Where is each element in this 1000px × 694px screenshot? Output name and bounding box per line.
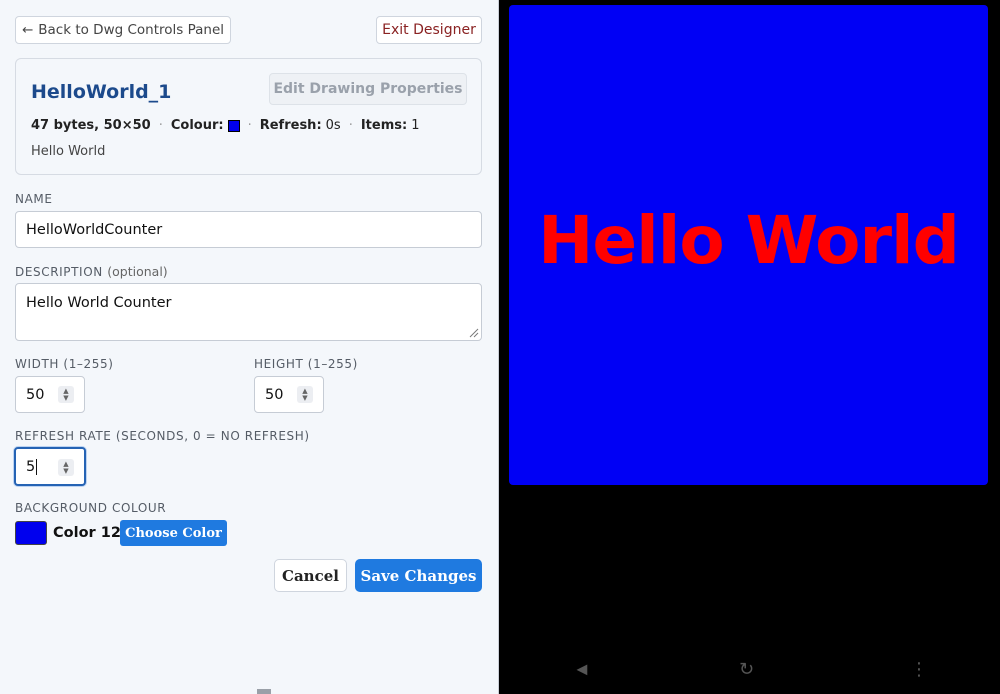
preview-text: Hello World xyxy=(538,201,960,279)
width-input[interactable]: 50 ▲ ▼ xyxy=(15,376,85,413)
size-text: 47 bytes, 50×50 xyxy=(31,118,151,133)
chevron-down-icon[interactable]: ▼ xyxy=(63,467,68,475)
nav-menu-icon[interactable]: ⋮ xyxy=(910,659,928,680)
cancel-button[interactable]: Cancel xyxy=(274,559,347,592)
refresh-rate-input[interactable]: 5 ▲ ▼ xyxy=(14,447,86,486)
refresh-stepper[interactable]: ▲ ▼ xyxy=(58,459,74,476)
items-value: 1 xyxy=(411,118,420,133)
description-label-text: DESCRIPTION xyxy=(15,265,103,279)
choose-color-button[interactable]: Choose Color xyxy=(120,520,227,546)
separator: · xyxy=(247,118,252,133)
nav-rotate-icon[interactable]: ↻ xyxy=(739,659,754,680)
designer-panel: ← Back to Dwg Controls Panel Exit Design… xyxy=(0,0,499,694)
drawing-preview: Hello World xyxy=(509,5,988,485)
height-value: 50 xyxy=(265,386,284,403)
description-value: Hello World Counter xyxy=(26,295,172,311)
height-stepper[interactable]: ▲ ▼ xyxy=(297,386,313,403)
arrow-left-icon: ← xyxy=(21,22,34,38)
name-value: HelloWorldCounter xyxy=(26,221,163,238)
colour-swatch xyxy=(227,119,240,132)
width-stepper[interactable]: ▲ ▼ xyxy=(58,386,74,403)
separator: · xyxy=(158,118,163,133)
background-colour-label: BACKGROUND COLOUR xyxy=(15,501,167,515)
name-input[interactable]: HelloWorldCounter xyxy=(15,211,482,248)
background-colour-name: Color 12 xyxy=(53,525,121,541)
exit-designer-button[interactable]: Exit Designer xyxy=(376,16,482,44)
back-to-controls-button[interactable]: ← Back to Dwg Controls Panel xyxy=(15,16,231,44)
drawing-summary-card: HelloWorld_1 Edit Drawing Properties 47 … xyxy=(15,58,482,175)
chevron-down-icon[interactable]: ▼ xyxy=(63,394,68,402)
scrollbar-thumb[interactable] xyxy=(257,689,271,694)
resize-handle-icon[interactable] xyxy=(467,326,479,338)
back-button-label: Back to Dwg Controls Panel xyxy=(38,22,225,38)
background-colour-swatch[interactable] xyxy=(15,521,47,545)
save-changes-button[interactable]: Save Changes xyxy=(355,559,482,592)
height-label: HEIGHT (1–255) xyxy=(254,357,358,371)
items-label: Items: xyxy=(360,118,408,133)
name-label: NAME xyxy=(15,192,53,206)
description-label: DESCRIPTION (optional) xyxy=(15,264,168,279)
width-label: WIDTH (1–255) xyxy=(15,357,114,371)
drawing-meta: 47 bytes, 50×50 · Colour: · Refresh: 0s … xyxy=(31,118,419,133)
refresh-rate-label: REFRESH RATE (SECONDS, 0 = NO REFRESH) xyxy=(15,429,310,443)
chevron-down-icon[interactable]: ▼ xyxy=(302,394,307,402)
preview-panel: Hello World ◄ ↻ ⋮ xyxy=(499,0,1000,694)
drawing-title: HelloWorld_1 xyxy=(31,81,172,103)
width-value: 50 xyxy=(26,386,45,403)
description-textarea[interactable]: Hello World Counter xyxy=(15,283,482,341)
refresh-value: 0s xyxy=(325,118,341,133)
height-input[interactable]: 50 ▲ ▼ xyxy=(254,376,324,413)
edit-drawing-properties-button[interactable]: Edit Drawing Properties xyxy=(269,73,467,105)
colour-label: Colour: xyxy=(170,118,224,133)
text-caret xyxy=(36,458,38,475)
nav-back-icon[interactable]: ◄ xyxy=(573,659,591,680)
drawing-description: Hello World xyxy=(31,144,106,159)
refresh-rate-value: 5 xyxy=(26,458,36,475)
separator: · xyxy=(348,118,353,133)
optional-note: (optional) xyxy=(107,264,168,279)
refresh-label: Refresh: xyxy=(259,118,322,133)
